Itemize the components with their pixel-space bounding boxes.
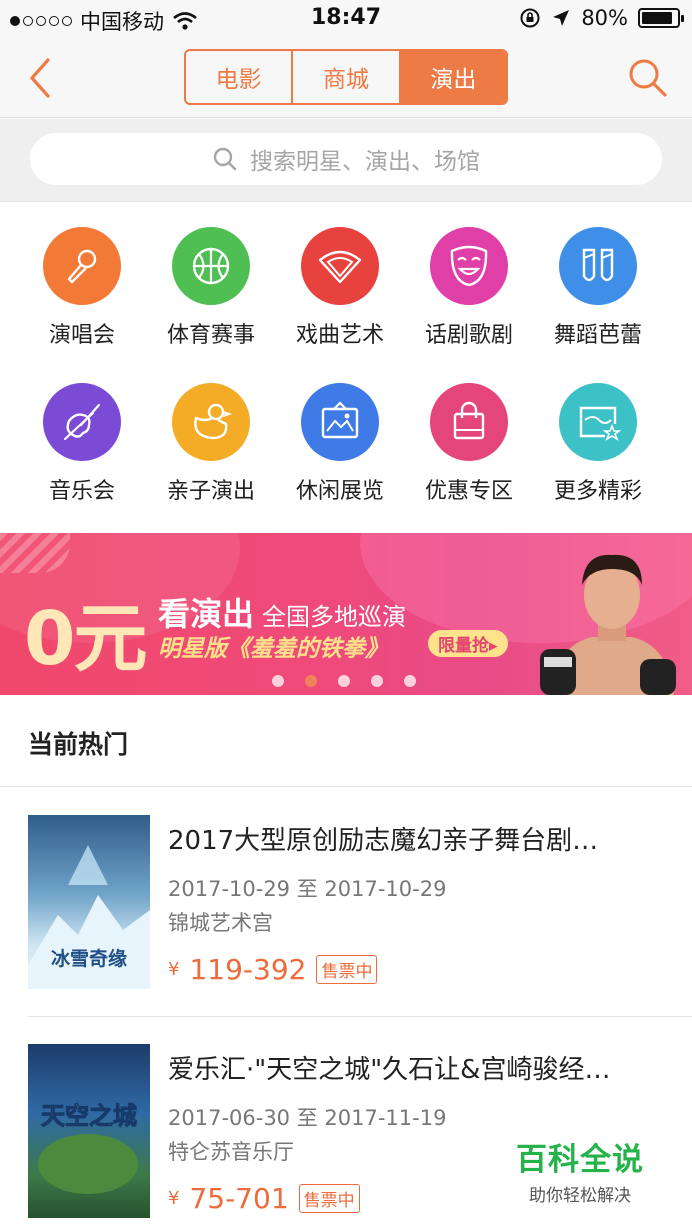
banner-pager [272, 675, 416, 687]
search-icon[interactable] [626, 56, 670, 100]
location-arrow-icon [553, 10, 570, 26]
banner-headline-sub: 全国多地巡演 [262, 603, 407, 631]
item-venue: 锦城艺术宫 [168, 911, 273, 935]
category-dance[interactable]: 舞蹈芭蕾 [533, 227, 663, 349]
basketball-icon [172, 227, 250, 305]
item-title: 2017大型原创励志魔幻亲子舞台剧… [168, 826, 599, 856]
fan-icon [301, 227, 379, 305]
status-badge: 售票中 [298, 1184, 360, 1213]
category-family[interactable]: 亲子演出 [146, 383, 276, 505]
category-label: 体育赛事 [166, 323, 255, 348]
category-label: 休闲展览 [295, 479, 384, 504]
banner-cta-button[interactable]: 限量抢▸ [428, 630, 508, 657]
item-date: 2017-06-30 至 2017-11-19 [168, 1106, 447, 1130]
banner-person-image [540, 554, 676, 695]
currency-symbol: ¥ [168, 959, 180, 980]
poster-image: 冰雪奇缘 [28, 815, 150, 989]
battery-percent: 80% [581, 6, 628, 30]
svg-text:天空之城: 天空之城 [41, 1102, 137, 1130]
back-arrow-icon[interactable] [22, 56, 62, 100]
item-venue: 特仑苏音乐厅 [168, 1140, 294, 1164]
search-input[interactable]: 搜索明星、演出、场馆 [30, 133, 662, 185]
tab-movie[interactable]: 电影 [186, 51, 294, 103]
tab-mall[interactable]: 商城 [293, 51, 401, 103]
category-label: 舞蹈芭蕾 [553, 323, 642, 348]
banner-headline-main: 看演出 [158, 595, 255, 633]
category-sports[interactable]: 体育赛事 [146, 227, 276, 349]
ballet-shoes-icon [559, 227, 637, 305]
pager-dot[interactable] [404, 675, 416, 687]
pager-dot[interactable] [371, 675, 383, 687]
svg-text:冰雪奇缘: 冰雪奇缘 [51, 947, 127, 970]
nav-bar: 电影 商城 演出 [0, 38, 692, 118]
category-label: 演唱会 [48, 323, 115, 348]
segmented-control: 电影 商城 演出 [184, 49, 508, 105]
list-item[interactable]: 冰雪奇缘 2017大型原创励志魔幻亲子舞台剧… 2017-10-29 至 201… [0, 788, 692, 1016]
currency-symbol: ¥ [168, 1188, 180, 1209]
status-right: 80% [519, 6, 684, 30]
category-label: 优惠专区 [424, 479, 513, 504]
picture-star-icon [559, 383, 637, 461]
category-exhibition[interactable]: 休闲展览 [275, 383, 405, 505]
price-value: 75-701 [189, 1182, 289, 1215]
pager-dot[interactable] [338, 675, 350, 687]
microphone-icon [43, 227, 121, 305]
item-price: ¥75-701 售票中 [168, 1182, 360, 1215]
poster-image: 天空之城 [28, 1044, 150, 1218]
category-deals[interactable]: 优惠专区 [404, 383, 534, 505]
duck-icon [172, 383, 250, 461]
banner-big-text: 0元 [24, 596, 147, 682]
watermark-subtitle: 助你轻松解决 [529, 1186, 631, 1206]
tab-shows[interactable]: 演出 [400, 51, 506, 103]
category-label: 更多精彩 [553, 479, 642, 504]
item-date: 2017-10-29 至 2017-10-29 [168, 877, 447, 901]
watermark-title: 百科全说 [516, 1142, 644, 1178]
picture-frame-icon [301, 383, 379, 461]
pager-dot[interactable] [272, 675, 284, 687]
search-placeholder: 搜索明星、演出、场馆 [250, 149, 480, 175]
battery-icon [638, 8, 684, 28]
category-grid: 演唱会 体育赛事 戏曲艺术 话剧歌剧 舞蹈芭蕾 音乐会 亲子演出 休闲展览 优惠… [0, 203, 692, 533]
pager-dot-active[interactable] [305, 675, 317, 687]
status-bar: 中国移动 18:47 80% [0, 0, 692, 38]
category-label: 音乐会 [48, 479, 115, 504]
category-more[interactable]: 更多精彩 [533, 383, 663, 505]
search-bar-area: 搜索明星、演出、场馆 [0, 119, 692, 202]
category-label: 亲子演出 [166, 479, 255, 504]
item-price: ¥119-392 售票中 [168, 953, 378, 986]
section-title: 当前热门 [28, 730, 129, 759]
search-field-icon [213, 147, 237, 171]
violin-icon [43, 383, 121, 461]
status-badge: 售票中 [316, 955, 378, 984]
mask-icon [430, 227, 508, 305]
category-music[interactable]: 音乐会 [17, 383, 147, 505]
promo-banner[interactable]: 0元 看演出 全国多地巡演 明星版《羞羞的铁拳》 限量抢▸ [0, 533, 692, 695]
category-label: 戏曲艺术 [295, 323, 384, 348]
category-concert[interactable]: 演唱会 [17, 227, 147, 349]
watermark: 百科全说 助你轻松解决 [510, 1134, 650, 1206]
banner-line2: 明星版《羞羞的铁拳》 [158, 636, 388, 662]
category-label: 话剧歌剧 [424, 323, 513, 348]
shopping-bag-icon [430, 383, 508, 461]
price-value: 119-392 [189, 953, 307, 986]
category-drama[interactable]: 话剧歌剧 [404, 227, 534, 349]
item-title: 爱乐汇·"天空之城"久石让&宫崎骏经… [168, 1055, 611, 1085]
category-opera[interactable]: 戏曲艺术 [275, 227, 405, 349]
rotation-lock-icon [520, 8, 540, 28]
